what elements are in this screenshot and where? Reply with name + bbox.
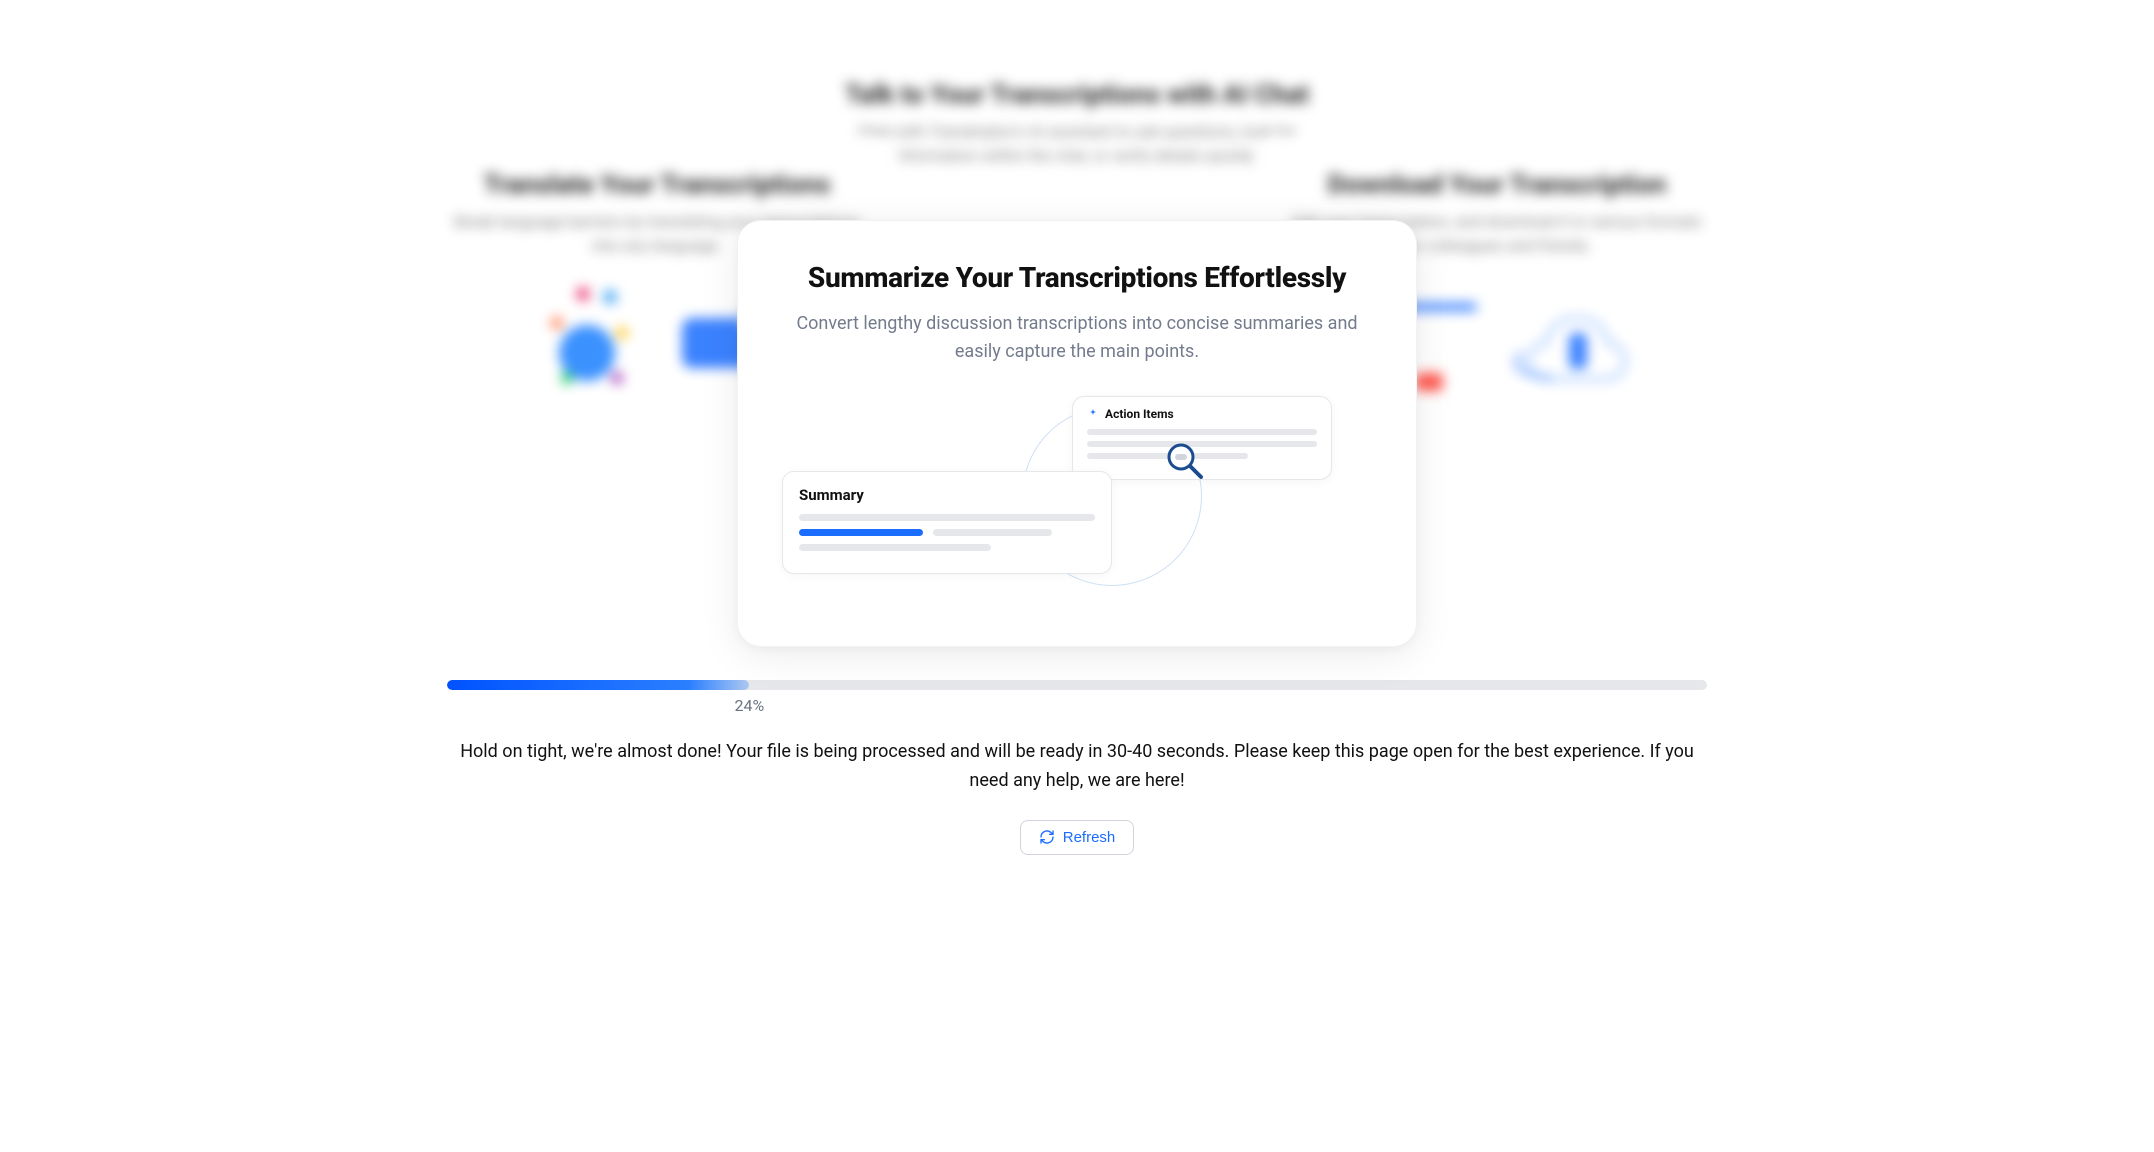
text-line: [933, 529, 1051, 536]
globe-icon: [542, 283, 662, 403]
magnifier-icon: [1165, 441, 1205, 481]
summarize-illustration: Action Items Summary: [782, 396, 1372, 596]
text-line: [1087, 429, 1317, 435]
summary-card: Summary: [782, 471, 1112, 574]
refresh-label: Refresh: [1063, 829, 1116, 846]
text-line: [799, 544, 991, 551]
progress-bar: [447, 680, 1707, 690]
highlight-line: [799, 529, 923, 536]
bg-title: Download Your Transcription: [1287, 170, 1707, 200]
sparkle-icon: [1087, 408, 1099, 420]
text-line: [799, 514, 1095, 521]
feature-subtitle: Convert lengthy discussion transcription…: [782, 310, 1372, 366]
progress-percent: 24%: [735, 696, 765, 715]
progress-section: 24% Hold on tight, we're almost done! Yo…: [447, 680, 1707, 855]
processing-status-text: Hold on tight, we're almost done! Your f…: [447, 738, 1707, 796]
feature-carousel: Talk to Your Transcriptions with AI Chat…: [377, 40, 1777, 620]
feature-card-summarize: Summarize Your Transcriptions Effortless…: [737, 220, 1417, 647]
bg-subtitle: Chat with Transkriptor's AI assistant to…: [837, 120, 1317, 168]
feature-title: Summarize Your Transcriptions Effortless…: [782, 261, 1372, 294]
progress-fill: [447, 680, 749, 690]
summary-label: Summary: [799, 486, 1095, 504]
refresh-button[interactable]: Refresh: [1020, 820, 1135, 855]
refresh-icon: [1039, 829, 1055, 845]
action-items-card: Action Items: [1072, 396, 1332, 480]
bg-title: Talk to Your Transcriptions with AI Chat: [837, 80, 1317, 110]
action-items-label: Action Items: [1105, 407, 1174, 421]
bg-title: Translate Your Transcriptions: [447, 170, 867, 200]
